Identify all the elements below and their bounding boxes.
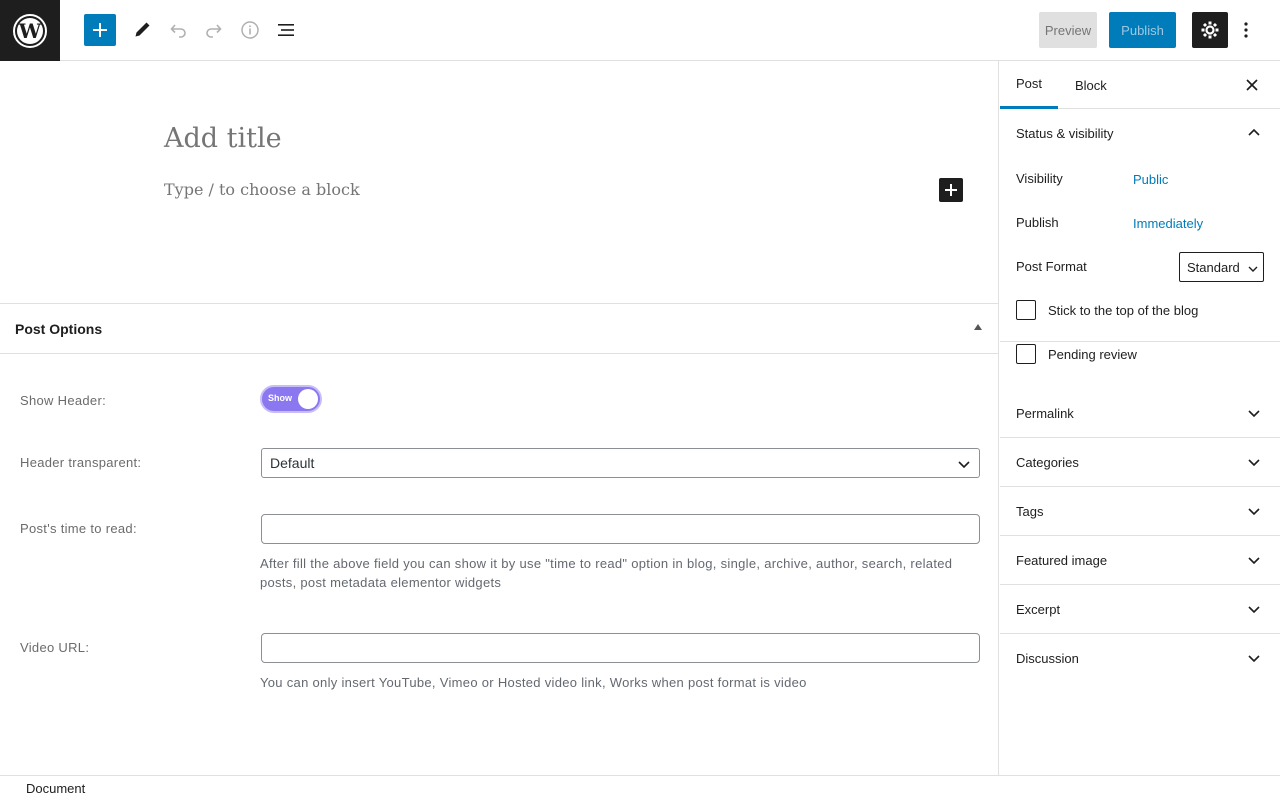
post-options-metabox: Post Options — [0, 303, 999, 354]
toggle-knob — [298, 389, 318, 409]
post-options-title: Post Options — [15, 320, 103, 337]
chevron-up-icon — [1248, 128, 1260, 136]
chevron-down-icon — [1248, 557, 1260, 565]
post-format-select[interactable]: Standard — [1179, 252, 1264, 282]
settings-button[interactable] — [1192, 12, 1228, 48]
header-transparent-select[interactable]: Default — [261, 448, 980, 478]
time-to-read-help: After fill the above field you can show … — [260, 556, 953, 590]
chevron-down-icon — [1248, 410, 1260, 418]
block-breadcrumb-bar: Document — [0, 775, 1280, 800]
close-sidebar-button[interactable] — [1244, 77, 1260, 93]
visibility-label: Visibility — [1016, 171, 1063, 186]
permalink-header[interactable]: Permalink — [1000, 389, 1280, 437]
categories-panel[interactable]: Categories — [1000, 438, 1280, 487]
status-visibility-title: Status & visibility — [1016, 125, 1114, 141]
video-url-label: Video URL: — [20, 640, 90, 655]
time-to-read-input[interactable] — [261, 514, 980, 544]
post-format-value: Standard — [1187, 259, 1240, 275]
post-options-header[interactable]: Post Options — [0, 304, 999, 354]
publish-label: Publish — [1016, 215, 1059, 230]
categories-title: Categories — [1016, 454, 1079, 470]
more-vertical-icon — [1244, 22, 1248, 38]
close-icon — [1246, 79, 1258, 91]
chevron-down-icon — [1248, 655, 1260, 663]
categories-header[interactable]: Categories — [1000, 438, 1280, 486]
settings-sidebar: Post Block Status & visibility Visibilit… — [1000, 61, 1280, 775]
excerpt-panel[interactable]: Excerpt — [1000, 585, 1280, 634]
editor-canvas: Add title Type / to choose a block Post … — [0, 61, 999, 775]
status-visibility-header[interactable]: Status & visibility — [1000, 109, 1280, 157]
redo-icon — [206, 24, 222, 38]
list-view-button[interactable] — [270, 14, 302, 46]
block-placeholder[interactable]: Type / to choose a block — [164, 180, 360, 199]
tools-button[interactable] — [126, 14, 158, 46]
publish-date-link[interactable]: Immediately — [1133, 216, 1203, 231]
video-url-help: You can only insert YouTube, Vimeo or Ho… — [260, 675, 807, 690]
chevron-down-icon — [1248, 508, 1260, 516]
options-menu-button[interactable] — [1234, 14, 1258, 46]
featured-image-title: Featured image — [1016, 552, 1108, 568]
post-title-input[interactable]: Add title — [164, 123, 282, 154]
show-header-label: Show Header: — [20, 393, 106, 408]
block-inserter-button[interactable] — [84, 14, 116, 46]
chevron-down-icon — [958, 461, 970, 469]
sticky-label: Stick to the top of the blog — [1048, 303, 1199, 318]
svg-text:W: W — [18, 19, 42, 43]
status-visibility-panel: Status & visibility Visibility Public Pu… — [1000, 109, 1280, 364]
collapse-arrow-icon[interactable] — [974, 324, 982, 330]
list-view-icon — [278, 24, 294, 36]
featured-image-panel[interactable]: Featured image — [1000, 536, 1280, 585]
wordpress-logo-icon[interactable]: W — [0, 0, 60, 61]
info-icon — [241, 21, 259, 39]
add-block-button[interactable] — [939, 178, 963, 202]
undo-button[interactable] — [162, 14, 194, 46]
excerpt-header[interactable]: Excerpt — [1000, 585, 1280, 633]
discussion-panel[interactable]: Discussion — [1000, 634, 1280, 682]
undo-icon — [170, 24, 186, 38]
sidebar-tabs: Post Block — [1000, 61, 1280, 109]
discussion-title: Discussion — [1016, 650, 1079, 666]
tab-block[interactable]: Block — [1059, 61, 1123, 109]
chevron-down-icon — [1248, 606, 1260, 614]
visibility-link[interactable]: Public — [1133, 172, 1168, 187]
permalink-title: Permalink — [1016, 405, 1074, 421]
pending-review-label: Pending review — [1048, 347, 1137, 362]
tags-title: Tags — [1016, 503, 1044, 519]
plus-icon — [93, 23, 107, 37]
permalink-panel[interactable]: Permalink — [1000, 389, 1280, 438]
redo-button[interactable] — [198, 14, 230, 46]
preview-button[interactable]: Preview — [1039, 12, 1097, 48]
gear-icon — [1201, 21, 1219, 39]
header-transparent-label: Header transparent: — [20, 455, 142, 470]
plus-icon — [945, 184, 957, 196]
pencil-icon — [135, 22, 150, 37]
show-header-toggle[interactable]: Show — [260, 385, 322, 413]
breadcrumb-document[interactable]: Document — [26, 781, 85, 796]
tags-panel[interactable]: Tags — [1000, 487, 1280, 536]
chevron-down-icon — [1248, 459, 1260, 467]
excerpt-title: Excerpt — [1016, 601, 1061, 617]
chevron-down-icon — [1248, 266, 1258, 272]
toggle-text: Show — [268, 393, 292, 403]
tab-post[interactable]: Post — [1000, 61, 1059, 109]
discussion-header[interactable]: Discussion — [1000, 634, 1280, 682]
header-transparent-value: Default — [270, 455, 315, 471]
featured-image-header[interactable]: Featured image — [1000, 536, 1280, 584]
top-toolbar: W Preview Publish — [0, 0, 1280, 61]
pending-review-checkbox[interactable] — [1016, 344, 1036, 364]
details-button[interactable] — [234, 14, 266, 46]
publish-button[interactable]: Publish — [1109, 12, 1176, 48]
post-format-label: Post Format — [1016, 259, 1087, 274]
time-to-read-label: Post's time to read: — [20, 521, 137, 536]
sticky-checkbox[interactable] — [1016, 300, 1036, 320]
tags-header[interactable]: Tags — [1000, 487, 1280, 535]
video-url-input[interactable] — [261, 633, 980, 663]
